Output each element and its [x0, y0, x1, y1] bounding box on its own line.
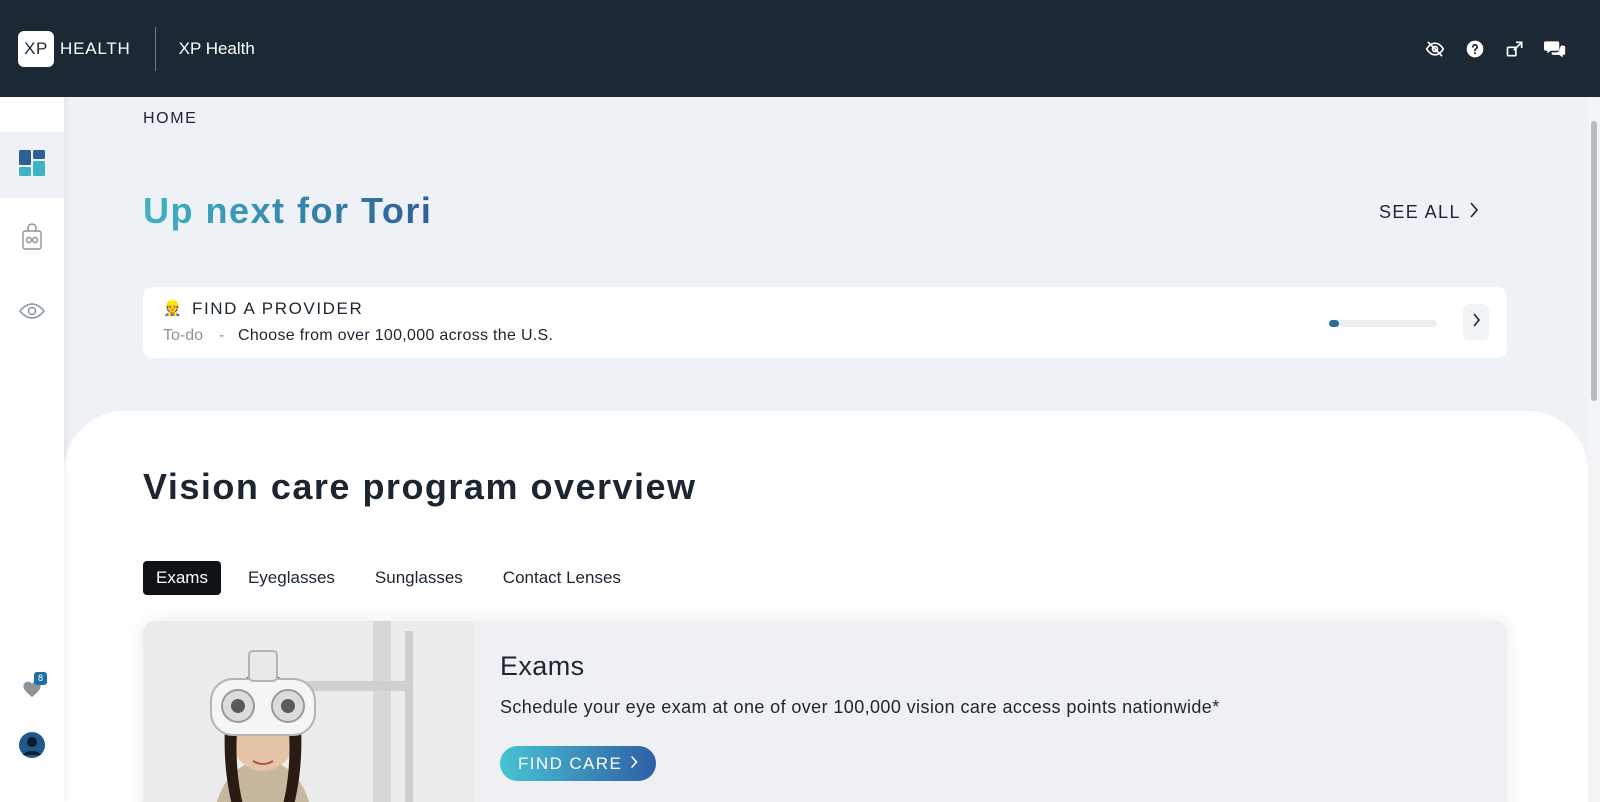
- tab-eyeglasses[interactable]: Eyeglasses: [235, 561, 348, 595]
- eye-icon: [19, 302, 45, 325]
- chat-icon[interactable]: [1544, 38, 1566, 60]
- tab-sunglasses[interactable]: Sunglasses: [362, 561, 476, 595]
- external-link-icon[interactable]: [1504, 38, 1526, 60]
- exam-card-title: Exams: [500, 651, 585, 681]
- top-bar: XP HEALTH XP Health: [0, 0, 1600, 97]
- eyeglasses-bag-icon: [21, 222, 43, 256]
- eye-exam-photo: [143, 621, 474, 802]
- todo-title: FIND A PROVIDER: [192, 299, 364, 318]
- todo-progress-bar: [1329, 320, 1437, 327]
- topbar-divider: [154, 26, 156, 71]
- todo-status: To-do: [163, 327, 204, 344]
- find-care-button[interactable]: FIND CARE: [500, 746, 657, 781]
- dashboard-icon: [18, 149, 46, 182]
- avatar: [19, 731, 45, 763]
- sidebar-item-profile[interactable]: [0, 714, 64, 780]
- breadcrumb: HOME: [143, 110, 198, 127]
- eye-off-icon[interactable]: [1424, 38, 1446, 60]
- sidebar: 8: [0, 97, 64, 802]
- chevron-right-icon: [1469, 201, 1479, 224]
- exam-card: Exams Schedule your eye exam at one of o…: [143, 621, 1507, 802]
- exam-card-description: Schedule your eye exam at one of over 10…: [500, 697, 1220, 717]
- sidebar-item-dashboard[interactable]: [0, 132, 64, 198]
- find-care-label: FIND CARE: [518, 753, 623, 773]
- todo-separator: -: [219, 327, 225, 344]
- logo-word: HEALTH: [60, 38, 131, 58]
- sidebar-item-shop[interactable]: [0, 206, 64, 272]
- see-all-label: SEE ALL: [1379, 202, 1461, 222]
- favorites-count-badge: 8: [34, 671, 47, 685]
- help-icon[interactable]: [1464, 38, 1486, 60]
- scrollbar[interactable]: [1588, 97, 1600, 802]
- see-all-link[interactable]: SEE ALL: [1379, 201, 1479, 224]
- heart-icon: 8: [22, 671, 47, 703]
- logo-box: XP: [18, 30, 54, 67]
- top-icons: [1424, 38, 1566, 60]
- tab-exams[interactable]: Exams: [143, 561, 221, 595]
- todo-card[interactable]: 👷 FIND A PROVIDER To-do - Choose from ov…: [143, 287, 1507, 358]
- overview-title: Vision care program overview: [143, 466, 697, 507]
- todo-description: Choose from over 100,000 across the U.S.: [238, 327, 554, 344]
- app-title: XP Health: [178, 38, 255, 58]
- overview-tabs: Exams Eyeglasses Sunglasses Contact Lens…: [143, 561, 648, 595]
- todo-progress-fill: [1329, 320, 1339, 327]
- scroll-thumb[interactable]: [1591, 121, 1597, 401]
- logo[interactable]: XP HEALTH: [18, 30, 131, 67]
- chevron-right-icon: [1472, 312, 1481, 333]
- provider-emoji-icon: 👷: [163, 300, 182, 317]
- todo-open-button[interactable]: [1463, 304, 1489, 340]
- up-next-title: Up next for Tori: [143, 190, 433, 231]
- tab-contact-lenses[interactable]: Contact Lenses: [490, 561, 634, 595]
- chevron-right-icon: [630, 754, 638, 774]
- vision-overview-panel: Vision care program overview Exams Eyegl…: [64, 411, 1588, 802]
- sidebar-item-vision[interactable]: [0, 280, 64, 346]
